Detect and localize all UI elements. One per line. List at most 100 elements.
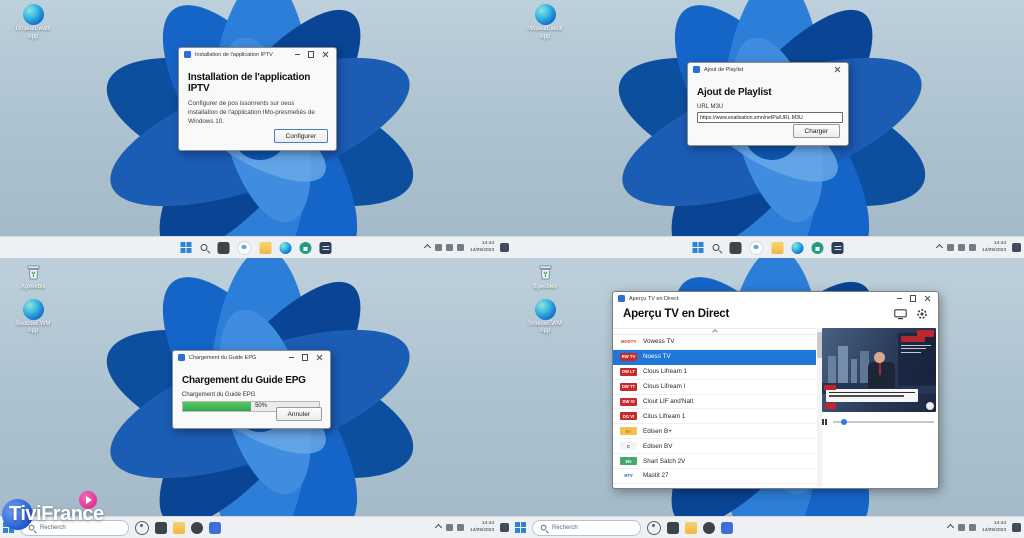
channel-row[interactable]: MODTV Vowess TV xyxy=(613,335,816,350)
chevron-up-icon[interactable] xyxy=(946,523,955,532)
chevron-up-icon[interactable] xyxy=(423,243,432,252)
m3u-url-input[interactable] xyxy=(697,112,843,123)
task-view-icon[interactable] xyxy=(729,241,742,254)
file-explorer-icon[interactable] xyxy=(685,521,697,534)
file-explorer-icon[interactable] xyxy=(259,241,272,254)
minimize-icon[interactable] xyxy=(288,357,294,358)
search-icon[interactable] xyxy=(200,243,210,253)
channel-row[interactable]: B+ Edisen B+ xyxy=(613,424,816,440)
desktop-icon-edge[interactable]: UnsealEwalk App xyxy=(5,4,61,41)
desktop-icon-recycle-bin[interactable]: Agxeebis xyxy=(5,262,61,292)
volume-icon[interactable] xyxy=(968,524,976,531)
settings-gear-icon[interactable] xyxy=(916,308,928,320)
people-icon[interactable] xyxy=(647,520,661,535)
chat-icon[interactable] xyxy=(237,240,252,255)
people-icon[interactable] xyxy=(135,520,149,535)
file-explorer-icon[interactable] xyxy=(173,521,185,534)
app-icon[interactable] xyxy=(209,521,221,534)
volume-icon[interactable] xyxy=(445,244,453,251)
edge-icon[interactable] xyxy=(791,241,804,254)
dialog-titlebar[interactable]: Chargement du Guide EPG xyxy=(173,351,330,364)
volume-icon[interactable] xyxy=(456,524,464,531)
windows-logo-icon[interactable] xyxy=(692,242,704,253)
desktop-icon-edge[interactable]: SroeseEWM App xyxy=(517,298,573,336)
chat-icon[interactable] xyxy=(749,240,764,255)
edge-icon[interactable] xyxy=(279,241,292,254)
desktop-icon-recycle-bin[interactable]: Sgeebiev xyxy=(517,262,573,292)
seek-bar[interactable] xyxy=(832,419,934,426)
chevron-up-icon[interactable] xyxy=(434,523,443,532)
channel-row[interactable]: C Edisen BV xyxy=(613,439,816,455)
camera-icon[interactable] xyxy=(703,521,715,534)
chevron-up-icon[interactable] xyxy=(935,243,944,252)
network-icon[interactable] xyxy=(946,244,954,251)
channel-row[interactable]: 5tv Shart Satch 2V xyxy=(613,454,816,470)
notification-icon[interactable] xyxy=(500,243,509,252)
dialog-titlebar[interactable]: Ajout de Playlist xyxy=(688,63,848,76)
windows-logo-icon[interactable] xyxy=(180,242,192,253)
news-anchor xyxy=(867,362,895,389)
load-button[interactable]: Charger xyxy=(792,124,840,138)
network-icon[interactable] xyxy=(434,244,442,251)
camera-icon[interactable] xyxy=(191,521,203,534)
search-icon[interactable] xyxy=(712,243,722,253)
seek-handle[interactable] xyxy=(840,419,847,426)
store-icon[interactable] xyxy=(811,241,824,254)
close-icon[interactable] xyxy=(322,51,329,58)
channel-row[interactable]: DW LT Clous Lifream 1 xyxy=(613,365,816,380)
clock[interactable]: 14:44 14/09/2023 xyxy=(982,241,1006,253)
station-logo xyxy=(926,402,934,410)
tv-screen-icon[interactable] xyxy=(894,308,907,320)
task-view-icon[interactable] xyxy=(155,521,167,534)
channel-row[interactable]: RW TV Noess TV xyxy=(613,349,816,365)
clock[interactable]: 14:44 14/09/2023 xyxy=(470,241,494,253)
task-view-icon[interactable] xyxy=(667,521,679,534)
network-icon[interactable] xyxy=(445,524,453,531)
maximize-icon[interactable] xyxy=(909,295,916,302)
channel-row[interactable]: DW VI Clout LIF and'Nalt xyxy=(613,395,816,410)
dialog-heading: Chargement du Guide EPG xyxy=(182,375,306,386)
pause-icon[interactable] xyxy=(822,419,827,425)
window-titlebar[interactable]: Aperçu TV en Direct xyxy=(613,292,938,305)
close-icon[interactable] xyxy=(834,66,841,73)
channel-row[interactable]: DG VI Citus Lifream 1 xyxy=(613,409,816,425)
close-icon[interactable] xyxy=(924,295,931,302)
store-icon[interactable] xyxy=(299,241,312,254)
notification-icon[interactable] xyxy=(1012,243,1021,252)
epg-app-icon xyxy=(178,354,185,361)
desktop-icon-edge[interactable]: MoseatEwalk App xyxy=(517,4,573,41)
channel-list-scroll-hint xyxy=(613,329,816,335)
file-explorer-icon[interactable] xyxy=(771,241,784,254)
windows-logo-icon[interactable] xyxy=(515,522,526,533)
battery-icon[interactable] xyxy=(968,244,976,251)
close-icon[interactable] xyxy=(316,354,323,361)
volume-icon[interactable] xyxy=(957,244,965,251)
notification-icon[interactable] xyxy=(500,523,509,532)
channel-logo-badge: HTV xyxy=(620,471,637,480)
channel-row[interactable]: TvSWant Suton 2V xyxy=(613,484,816,487)
taskbar-search-box[interactable]: Recherch xyxy=(532,519,641,536)
edge-icon xyxy=(534,4,556,25)
battery-icon[interactable] xyxy=(456,244,464,251)
iptv-app-icon[interactable] xyxy=(831,241,844,254)
app-icon[interactable] xyxy=(721,521,733,534)
news-lower-third-banner xyxy=(824,385,918,402)
iptv-app-icon[interactable] xyxy=(319,241,332,254)
channel-name: Noess TV xyxy=(643,353,671,361)
dialog-titlebar[interactable]: Installation de l'application IPTV xyxy=(179,48,336,61)
task-view-icon[interactable] xyxy=(217,241,230,254)
configure-button[interactable]: Configurer xyxy=(273,129,328,143)
cancel-button[interactable]: Annuler xyxy=(275,407,322,421)
channel-row[interactable]: DW TT Clous Lifream I xyxy=(613,380,816,395)
desktop-icon-edge[interactable]: SeouseEWM App xyxy=(5,298,61,336)
live-video-preview[interactable] xyxy=(822,328,936,412)
clock[interactable]: 14:44 14/09/2023 xyxy=(470,521,494,533)
clock[interactable]: 14:44 14/09/2023 xyxy=(982,521,1006,533)
maximize-icon[interactable] xyxy=(307,51,314,58)
maximize-icon[interactable] xyxy=(301,354,308,361)
channel-row[interactable]: HTV Mastit 27 xyxy=(613,469,816,484)
minimize-icon[interactable] xyxy=(896,298,902,299)
minimize-icon[interactable] xyxy=(294,54,300,55)
network-icon[interactable] xyxy=(957,524,965,531)
notification-icon[interactable] xyxy=(1012,523,1021,532)
